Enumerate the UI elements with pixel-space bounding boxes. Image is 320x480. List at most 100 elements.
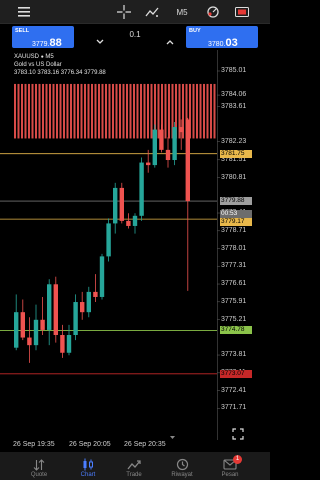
nav-history[interactable]: Riwayat bbox=[162, 452, 202, 480]
candle-body bbox=[179, 127, 184, 133]
candle bbox=[33, 304, 39, 351]
order-level-bar bbox=[112, 83, 114, 139]
symbol-bullet: ● bbox=[40, 54, 44, 60]
candles bbox=[14, 117, 190, 363]
candle-body bbox=[152, 129, 157, 166]
candle bbox=[47, 279, 52, 346]
order-levels-band bbox=[14, 83, 216, 139]
order-level-bar bbox=[133, 83, 135, 139]
candle-body bbox=[53, 284, 58, 336]
timeframe-button[interactable]: M5 bbox=[172, 0, 192, 24]
candle-body bbox=[40, 319, 45, 330]
volume-decrease-icon[interactable] bbox=[96, 32, 104, 50]
sell-button[interactable]: SELL 3779.88 bbox=[12, 26, 74, 49]
order-level-bar bbox=[21, 83, 23, 139]
order-level-bar bbox=[122, 83, 125, 139]
symbol-description: Gold vs US Dollar bbox=[14, 62, 62, 68]
order-level-bar bbox=[80, 83, 83, 139]
candle bbox=[185, 117, 190, 291]
order-level-bar bbox=[38, 83, 41, 139]
price-scale-label: 3773.81 bbox=[221, 351, 247, 359]
candle-body bbox=[159, 129, 164, 150]
expand-icon[interactable] bbox=[232, 427, 244, 445]
candle-body bbox=[20, 312, 25, 338]
nav-messages-label: Pesan bbox=[221, 472, 239, 478]
candle-body bbox=[139, 162, 144, 216]
candle-body bbox=[126, 220, 131, 226]
green-price-tag: 3774.78 bbox=[220, 326, 252, 335]
nav-chart-label: Chart bbox=[80, 472, 96, 478]
nav-quote-label: Quote bbox=[30, 472, 48, 478]
price-chart[interactable]: XAUUSD ● M5 Gold vs US Dollar 3783.10 37… bbox=[0, 50, 270, 450]
nav-quote[interactable]: Quote bbox=[19, 452, 59, 480]
symbol-header: XAUUSD ● M5 bbox=[14, 54, 54, 60]
objects-icon[interactable] bbox=[203, 0, 223, 24]
order-level-bar bbox=[192, 83, 195, 139]
order-level-bar bbox=[213, 83, 216, 139]
ohlc-values: 3783.10 3783.16 3776.34 3779.88 bbox=[14, 70, 106, 76]
chart-type-icon[interactable] bbox=[232, 0, 252, 24]
volume-increase-icon[interactable] bbox=[166, 32, 174, 50]
bottom-navigation: Quote Chart Trade Riwayat 1 Pesan bbox=[0, 452, 270, 480]
order-level-bar bbox=[31, 83, 34, 139]
order-level-bar bbox=[45, 83, 48, 139]
volume-value[interactable]: 0.1 bbox=[110, 30, 160, 39]
nav-chart[interactable]: Chart bbox=[68, 452, 108, 480]
order-level-bar bbox=[28, 83, 30, 139]
candle bbox=[99, 253, 105, 300]
buy-button[interactable]: BUY 3780.03 bbox=[186, 26, 258, 49]
red-price-tag: 3773.07 bbox=[220, 369, 252, 378]
order-level-bar bbox=[84, 83, 86, 139]
candle bbox=[53, 276, 58, 343]
price-scale-label: 3775.91 bbox=[221, 297, 247, 305]
candle bbox=[165, 137, 171, 168]
price-scale-label: 3780.81 bbox=[221, 173, 247, 181]
order-level-bar bbox=[108, 83, 111, 139]
menu-icon[interactable] bbox=[14, 0, 34, 24]
order-level-bar bbox=[136, 83, 139, 139]
candle bbox=[172, 121, 177, 166]
buy-price: 3780.03 bbox=[208, 37, 238, 49]
candle-body bbox=[73, 302, 78, 336]
order-level-bar bbox=[24, 83, 27, 139]
order-level-bar bbox=[14, 83, 16, 139]
nav-messages[interactable]: 1 Pesan bbox=[210, 452, 250, 480]
candle bbox=[27, 317, 32, 363]
candle bbox=[73, 294, 78, 341]
candle bbox=[40, 296, 45, 336]
order-level-bar bbox=[119, 83, 121, 139]
order-level-bar bbox=[140, 83, 142, 139]
candle-body bbox=[185, 119, 190, 202]
order-level-bar bbox=[59, 83, 62, 139]
nav-history-label: Riwayat bbox=[171, 472, 193, 478]
candle-body bbox=[66, 335, 72, 353]
candle-body bbox=[47, 284, 52, 330]
yellow-price-tag-2: 3779.17 bbox=[220, 218, 252, 227]
nav-trade[interactable]: Trade bbox=[114, 452, 154, 480]
order-level-bar bbox=[17, 83, 20, 139]
candle bbox=[139, 157, 144, 221]
time-scale-label: 26 Sep 19:35 bbox=[13, 441, 55, 448]
bid-price-tag: 3779.88 bbox=[220, 197, 252, 206]
order-level-bar bbox=[70, 83, 72, 139]
order-level-bar bbox=[203, 83, 205, 139]
symbol-name: XAUUSD bbox=[14, 54, 40, 60]
candle-body bbox=[60, 335, 65, 353]
candle bbox=[93, 274, 98, 303]
order-level-bar bbox=[63, 83, 65, 139]
order-level-bar bbox=[66, 83, 69, 139]
order-level-bar bbox=[168, 83, 170, 139]
candle bbox=[80, 291, 85, 320]
order-level-bar bbox=[42, 83, 44, 139]
order-level-bar bbox=[206, 83, 209, 139]
time-scale-label: 26 Sep 20:05 bbox=[69, 441, 111, 448]
indicator-icon[interactable] bbox=[142, 0, 162, 24]
candle-body bbox=[33, 319, 39, 346]
order-level-bar bbox=[210, 83, 212, 139]
candle bbox=[132, 213, 138, 234]
crosshair-icon[interactable] bbox=[114, 0, 134, 24]
price-scale-label: 3785.01 bbox=[221, 67, 247, 74]
top-toolbar: M5 bbox=[0, 0, 270, 24]
order-level-bar bbox=[73, 83, 76, 139]
order-level-bar bbox=[94, 83, 97, 139]
